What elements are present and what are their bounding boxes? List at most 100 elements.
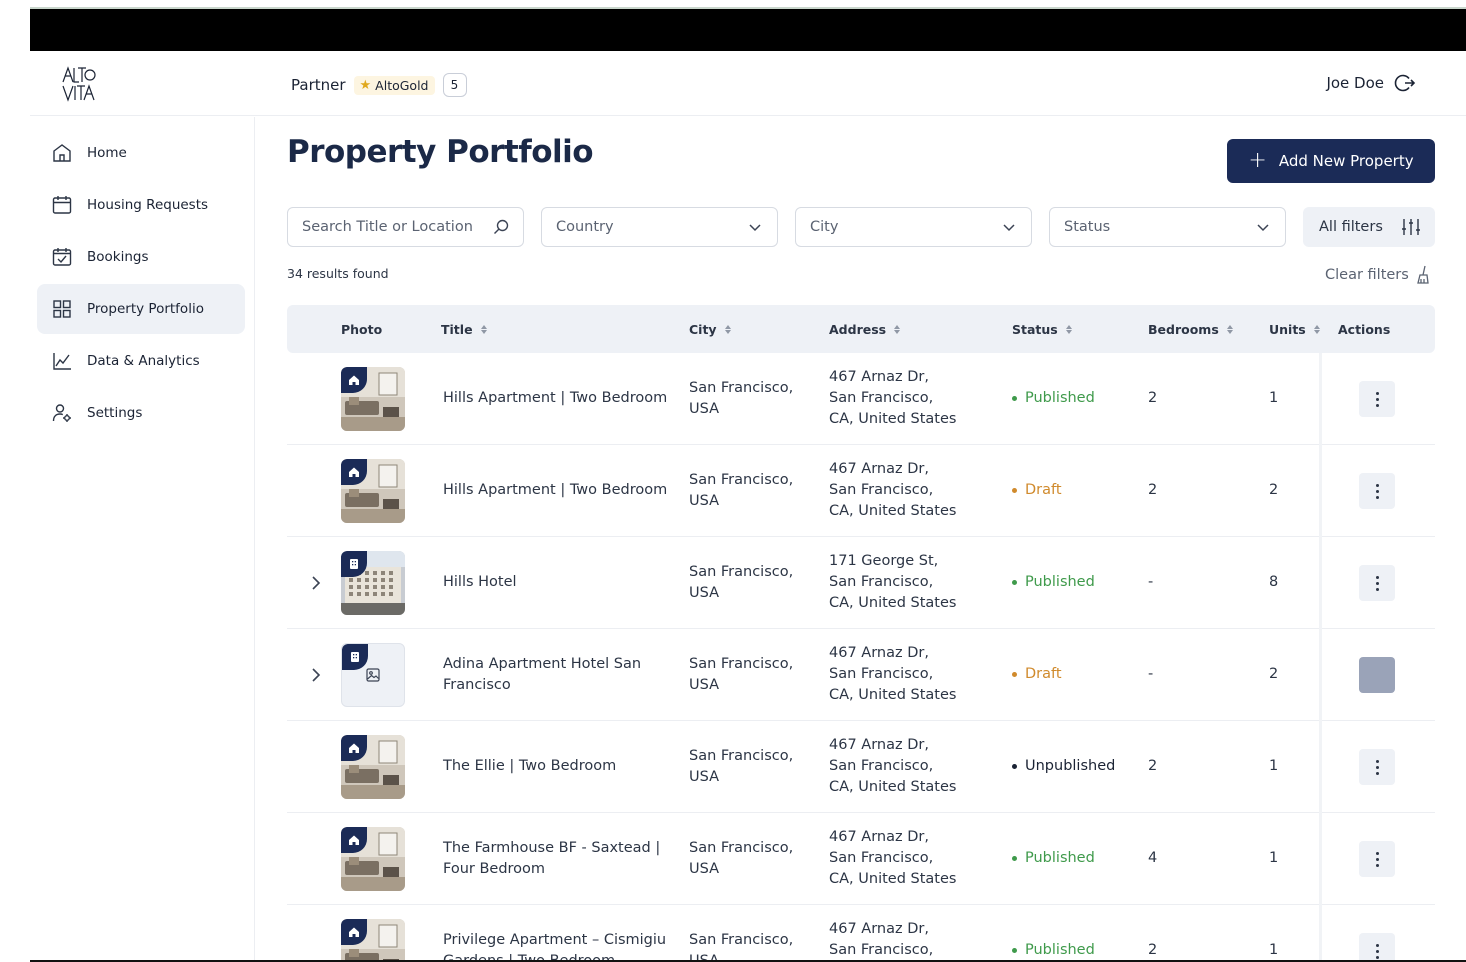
property-thumbnail[interactable] — [341, 643, 405, 707]
property-address: 467 Arnaz Dr, San Francisco, CA, United St… — [829, 367, 999, 430]
add-new-property-button[interactable]: + Add New Property — [1227, 139, 1435, 183]
property-thumbnail[interactable] — [341, 551, 405, 615]
property-title[interactable]: Privilege Apartment – Cismigiu Gardens |… — [443, 930, 675, 960]
tier-label: AltoGold — [375, 77, 429, 93]
country-placeholder: Country — [556, 219, 614, 235]
property-address: 467 Arnaz Dr, San Francisco, CA, United St… — [829, 459, 999, 522]
address-line: San Francisco, — [829, 482, 934, 498]
table-row[interactable]: Hills Apartment | Two Bedroom San Francis… — [287, 353, 1435, 445]
clear-filters-button[interactable]: Clear filters — [1325, 265, 1429, 285]
chevron-down-icon — [749, 224, 761, 232]
table-row[interactable]: Privilege Apartment – Cismigiu Gardens |… — [287, 905, 1435, 960]
sidebar-item-housing-requests[interactable]: Housing Requests — [37, 180, 245, 230]
partner-label: Partner — [291, 76, 346, 94]
row-actions-button[interactable] — [1359, 565, 1395, 601]
sidebar-item-label: Bookings — [87, 249, 149, 265]
status-badge: Draft — [1012, 664, 1062, 685]
country-select[interactable]: Country — [541, 207, 778, 247]
status-badge: Unpublished — [1012, 756, 1115, 777]
bedroom-count: 2 — [1148, 758, 1158, 774]
property-title[interactable]: Hills Hotel — [443, 572, 675, 593]
sidebar-item-data-analytics[interactable]: Data & Analytics — [37, 336, 245, 386]
row-actions-button[interactable] — [1359, 381, 1395, 417]
sidebar-item-label: Data & Analytics — [87, 353, 200, 369]
table-row[interactable]: The Ellie | Two Bedroom San Francisco, US… — [287, 721, 1435, 813]
home-icon — [349, 375, 359, 385]
col-title-sort[interactable]: Title — [441, 305, 487, 353]
property-title[interactable]: The Ellie | Two Bedroom — [443, 756, 675, 777]
status-label: Published — [1025, 850, 1095, 866]
sidebar: Home Housing Requests Bookings Property … — [30, 117, 255, 960]
sidebar-item-property-portfolio[interactable]: Property Portfolio — [37, 284, 245, 334]
col-address-sort[interactable]: Address — [829, 305, 901, 353]
status-badge: Draft — [1012, 480, 1062, 501]
property-address: 467 Arnaz Dr, San Francisco, CA, United St… — [829, 643, 999, 706]
row-actions-button[interactable] — [1359, 841, 1395, 877]
chevron-right-icon[interactable] — [309, 665, 323, 685]
property-title[interactable]: Hills Apartment | Two Bedroom — [443, 480, 675, 501]
chevron-right-icon[interactable] — [309, 573, 323, 593]
city-select[interactable]: City — [795, 207, 1032, 247]
address-line: 467 Arnaz Dr, — [829, 921, 929, 937]
col-units-sort[interactable]: Units — [1269, 305, 1320, 353]
property-thumbnail[interactable] — [341, 459, 405, 523]
col-city-sort[interactable]: City — [689, 305, 731, 353]
col-status-sort[interactable]: Status — [1012, 305, 1072, 353]
property-type-tag — [342, 644, 368, 670]
row-actions-button[interactable] — [1359, 473, 1395, 509]
actions-divider — [1319, 445, 1322, 537]
property-title[interactable]: Adina Apartment Hotel San Francisco — [443, 654, 675, 696]
all-filters-button[interactable]: All filters — [1303, 207, 1435, 247]
status-select[interactable]: Status — [1049, 207, 1286, 247]
bedroom-count: 4 — [1148, 850, 1158, 866]
property-city: San Francisco, USA — [689, 380, 794, 417]
altovita-logo[interactable] — [60, 65, 96, 103]
address-line: CA, United States — [829, 871, 957, 887]
actions-divider — [1319, 537, 1322, 629]
status-placeholder: Status — [1064, 219, 1111, 235]
partner-tier: Partner ★ AltoGold 5 — [291, 73, 467, 97]
property-thumbnail[interactable] — [341, 827, 405, 891]
property-thumbnail[interactable] — [341, 735, 405, 799]
property-title[interactable]: Hills Apartment | Two Bedroom — [443, 388, 675, 409]
property-thumbnail[interactable] — [341, 367, 405, 431]
address-line: San Francisco, — [829, 850, 934, 866]
property-title[interactable]: The Farmhouse BF - Saxtead | Four Bedroo… — [443, 838, 675, 880]
logout-icon[interactable] — [1394, 72, 1416, 94]
calendar-check-icon — [52, 248, 72, 266]
chart-icon — [53, 353, 71, 370]
sidebar-item-settings[interactable]: Settings — [37, 388, 245, 438]
actions-divider — [1319, 353, 1322, 445]
tier-badge: ★ AltoGold — [353, 75, 435, 95]
unit-count: 8 — [1269, 574, 1279, 590]
user-menu[interactable]: Joe Doe — [1326, 72, 1416, 94]
address-line: 467 Arnaz Dr, — [829, 369, 929, 385]
browser-bar — [30, 9, 1466, 51]
building-icon — [351, 652, 359, 662]
sidebar-item-label: Housing Requests — [87, 197, 209, 213]
col-bedrooms-sort[interactable]: Bedrooms — [1148, 305, 1233, 353]
property-thumbnail[interactable] — [341, 919, 405, 960]
table-row[interactable]: The Farmhouse BF - Saxtead | Four Bedroo… — [287, 813, 1435, 905]
address-line: San Francisco, — [829, 666, 934, 682]
sort-icon — [724, 324, 731, 334]
search-input[interactable]: Search Title or Location — [287, 207, 524, 247]
results-count: 34 results found — [287, 266, 389, 281]
row-actions-button[interactable] — [1359, 749, 1395, 785]
status-badge: Published — [1012, 940, 1095, 960]
table-row[interactable]: Adina Apartment Hotel San Francisco San F… — [287, 629, 1435, 721]
row-actions-button[interactable] — [1359, 657, 1395, 693]
table-row[interactable]: Hills Apartment | Two Bedroom San Francis… — [287, 445, 1435, 537]
bedroom-count: 2 — [1148, 942, 1158, 958]
sidebar-item-bookings[interactable]: Bookings — [37, 232, 245, 282]
property-city: San Francisco, USA — [689, 472, 794, 509]
home-icon — [349, 743, 359, 753]
clear-filters-label: Clear filters — [1325, 267, 1409, 283]
actions-divider — [1319, 813, 1322, 905]
address-line: CA, United States — [829, 779, 957, 795]
status-dot — [1012, 580, 1017, 585]
row-actions-button[interactable] — [1359, 933, 1395, 960]
status-label: Published — [1025, 574, 1095, 590]
table-row[interactable]: Hills Hotel San Francisco, USA 171 George … — [287, 537, 1435, 629]
sidebar-item-home[interactable]: Home — [37, 128, 245, 178]
